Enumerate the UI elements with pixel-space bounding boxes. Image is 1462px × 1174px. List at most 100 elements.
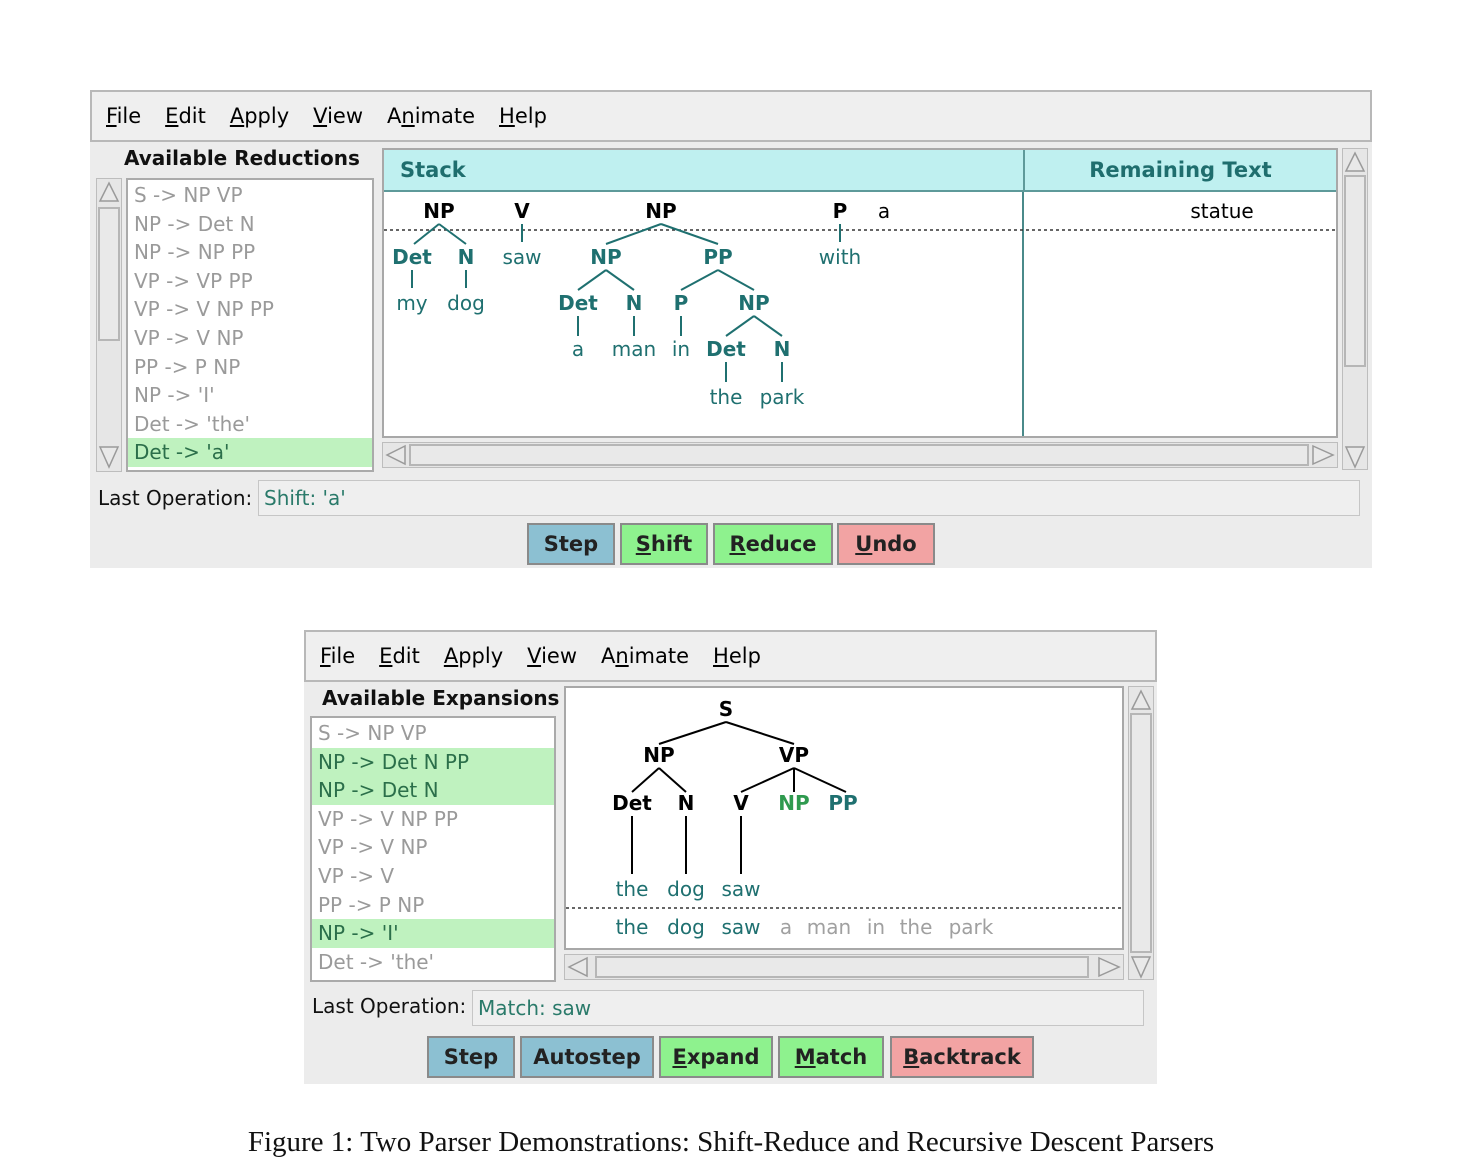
- recursive-descent-window: File Edit Apply View Animate Help Availa…: [304, 630, 1157, 1084]
- tree-edge: [753, 315, 783, 337]
- list-item[interactable]: NP -> NP PP: [128, 238, 372, 267]
- tree-edge: [658, 721, 727, 745]
- tree-node: PP: [828, 791, 857, 815]
- tree-edge: [725, 721, 795, 745]
- tree-node: a: [572, 337, 584, 361]
- match-button[interactable]: Match: [778, 1036, 884, 1078]
- tree-edge: [605, 269, 635, 291]
- list-item[interactable]: PP -> P NP: [312, 891, 554, 920]
- list-item[interactable]: Det -> 'the': [128, 410, 372, 439]
- tree-edge: [740, 767, 795, 793]
- list-item[interactable]: NP -> Det N PP: [312, 747, 554, 777]
- expand-button[interactable]: Expand: [659, 1036, 773, 1078]
- list-item[interactable]: NP -> Det N: [128, 210, 372, 239]
- menu-edit[interactable]: Edit: [165, 104, 206, 128]
- shift-button[interactable]: Shift: [620, 523, 708, 565]
- stack-hscroll[interactable]: [382, 442, 1338, 468]
- tree-edge: [725, 315, 755, 337]
- tree-node: in: [672, 337, 690, 361]
- tree-edge: [658, 767, 687, 793]
- stack-vscroll-thumb[interactable]: [1344, 175, 1366, 367]
- tree-node: P: [833, 199, 848, 223]
- tree-node: dog: [667, 877, 705, 901]
- parse-vscroll-thumb[interactable]: [1130, 713, 1152, 953]
- menu-help[interactable]: Help: [499, 104, 547, 128]
- list-item[interactable]: Det -> 'the': [312, 948, 554, 977]
- tree-node: my: [396, 291, 427, 315]
- sentence-word: the: [616, 915, 649, 939]
- tree-node: man: [612, 337, 656, 361]
- tree-node: N: [458, 245, 475, 269]
- last-operation-label: Last Operation:: [98, 486, 253, 510]
- undo-button[interactable]: Undo: [837, 523, 935, 565]
- expansions-list: S -> NP VP NP -> Det N PP NP -> Det N VP ->…: [310, 716, 556, 982]
- stack-vscroll[interactable]: [1342, 148, 1368, 470]
- menu-view[interactable]: View: [313, 104, 363, 128]
- parse-vscroll[interactable]: [1128, 686, 1154, 980]
- menu-edit[interactable]: Edit: [379, 644, 420, 668]
- sentence-word: a: [780, 915, 792, 939]
- step-button[interactable]: Step: [427, 1036, 515, 1078]
- menu-apply[interactable]: Apply: [444, 644, 503, 668]
- tree-edge: [680, 269, 719, 291]
- list-item[interactable]: PP -> P NP: [128, 353, 372, 382]
- sentence-word: the: [900, 915, 933, 939]
- list-item[interactable]: VP -> V NP PP: [128, 295, 372, 324]
- tree-edge: [717, 269, 755, 291]
- tree-node: saw: [502, 245, 541, 269]
- sentence-word: saw: [721, 915, 760, 939]
- last-operation-field: Match: saw: [472, 990, 1144, 1026]
- menu-help[interactable]: Help: [713, 644, 761, 668]
- tree-node: with: [819, 245, 861, 269]
- reductions-scrollbar[interactable]: [96, 178, 122, 472]
- menu-view[interactable]: View: [527, 644, 577, 668]
- reductions-scroll-thumb[interactable]: [98, 207, 120, 341]
- remaining-header-label: Remaining Text: [1089, 158, 1272, 182]
- remaining-text-header: Remaining Text: [1023, 150, 1336, 192]
- reductions-list: S -> NP VP NP -> Det N NP -> NP PP VP -> VP…: [126, 178, 374, 472]
- list-item[interactable]: Det -> 'a': [128, 438, 372, 467]
- list-item[interactable]: NP -> 'I': [128, 381, 372, 410]
- tree-node: park: [760, 385, 805, 409]
- tree-edge: [631, 767, 660, 793]
- backtrack-button[interactable]: Backtrack: [890, 1036, 1034, 1078]
- tree-node: NP: [423, 199, 454, 223]
- parse-hscroll-thumb[interactable]: [595, 956, 1089, 978]
- tree-node: Det: [392, 245, 432, 269]
- tree-node: the: [616, 877, 649, 901]
- tree-node: V: [733, 791, 749, 815]
- list-item[interactable]: NP -> 'I': [312, 919, 554, 948]
- top-menubar: File Edit Apply View Animate Help: [90, 90, 1372, 142]
- reduce-button[interactable]: Reduce: [713, 523, 833, 565]
- menu-apply[interactable]: Apply: [230, 104, 289, 128]
- tree-edge: [605, 223, 662, 245]
- list-item[interactable]: S -> NP VP: [312, 719, 554, 748]
- menu-animate[interactable]: Animate: [601, 644, 689, 668]
- expansions-title: Available Expansions: [322, 686, 560, 710]
- tree-node: N: [774, 337, 791, 361]
- parse-hscroll[interactable]: [564, 954, 1124, 980]
- tree-node: saw: [721, 877, 760, 901]
- list-item[interactable]: VP -> V NP: [312, 833, 554, 862]
- step-button[interactable]: Step: [527, 523, 615, 565]
- reductions-title: Available Reductions: [124, 146, 360, 170]
- tree-edge: [577, 269, 607, 291]
- tree-node: P: [674, 291, 689, 315]
- sentence-word: man: [807, 915, 851, 939]
- menu-animate[interactable]: Animate: [387, 104, 475, 128]
- tree-edge: [793, 767, 847, 793]
- menu-file[interactable]: File: [320, 644, 355, 668]
- stack-hscroll-thumb[interactable]: [409, 444, 1309, 466]
- list-item[interactable]: VP -> V NP PP: [312, 805, 554, 834]
- list-item[interactable]: NP -> Det N: [312, 776, 554, 805]
- list-item[interactable]: VP -> VP PP: [128, 267, 372, 296]
- last-operation-field: Shift: 'a': [258, 480, 1360, 516]
- list-item[interactable]: S -> NP VP: [128, 181, 372, 210]
- menu-file[interactable]: File: [106, 104, 141, 128]
- list-item[interactable]: VP -> V: [312, 862, 554, 891]
- last-operation-label: Last Operation:: [312, 994, 467, 1018]
- stack-canvas: Stack Remaining Text NP V NP Pa statue Det Nmy…: [382, 148, 1338, 438]
- autostep-button[interactable]: Autostep: [520, 1036, 654, 1078]
- stack-tree: NP V NP Pa statueDet Nmy dogsaw NP PPDet Na manP NP…: [384, 192, 1336, 436]
- list-item[interactable]: VP -> V NP: [128, 324, 372, 353]
